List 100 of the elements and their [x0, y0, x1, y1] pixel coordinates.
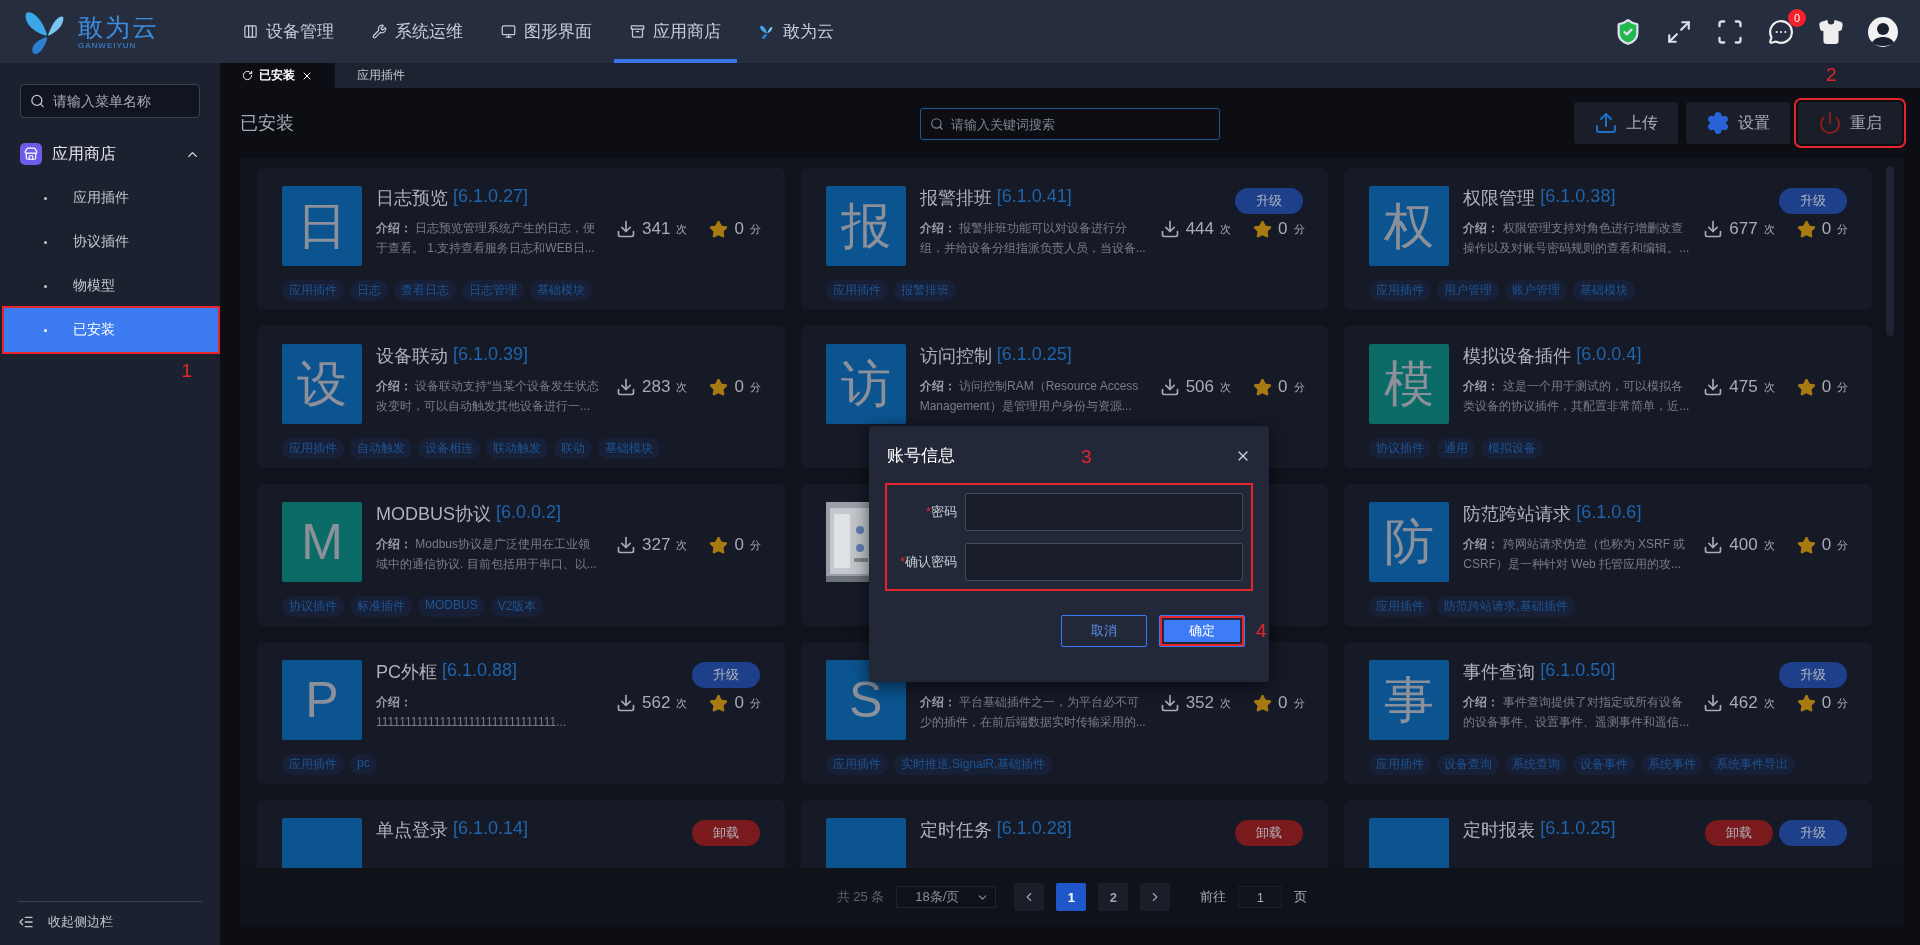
plugin-card[interactable]: 权 权限管理 [6.1.0.38] 介绍： 权限管理支持对角色进行增删改查操作以及对账号密码规则的查看和编辑。... 677 次 0 分 升级 应用插件 用户管理 账户管理 基础模块 [1344, 168, 1872, 310]
plugin-description: 介绍： 1111111111111111111111111111111... [376, 694, 568, 731]
message-icon[interactable] [1768, 18, 1794, 45]
upgrade-button[interactable]: 升级 [1235, 188, 1304, 214]
plugin-card[interactable]: 报 报警排班 [6.1.0.41] 介绍： 报警排班功能可以对设备进行分组，并给设备分组指派负责人员，当设备... 444 次 0 分 升级 应用插件 报警排班 [800, 168, 1329, 310]
plugin-icon: 模 [1369, 344, 1450, 424]
plugin-title: 设备联动 [376, 345, 448, 368]
plugin-title: 定时报表 [1463, 819, 1536, 842]
plugin-card[interactable]: 单点登录 [6.1.0.14] 卸载 [257, 800, 785, 868]
keyword-search-field[interactable]: 请输入关键词搜索 [920, 108, 1220, 140]
tag: 联动触发 [486, 438, 548, 459]
plugin-card[interactable]: 设 设备联动 [6.1.0.39] 介绍： 设备联动支持“当某个设备发生状态改变时，可以自动触发其他设备进行一... 283 次 0 分 应用插件 自动触发 设备相连 联动触发 联动 基础模块 [257, 326, 785, 468]
menu-item[interactable]: 协议插件 [4, 220, 218, 264]
score-unit: 分 [1293, 695, 1305, 711]
download-count: 283 [642, 377, 671, 397]
menu-search-field[interactable]: 请输入菜单名称 [20, 84, 200, 118]
search-icon [930, 117, 944, 131]
tag: 基础模块 [598, 438, 660, 459]
logo-subtitle: GANWEIYUN [78, 41, 138, 50]
plugin-icon: 防 [1369, 502, 1450, 582]
menu-group-label[interactable]: 应用商店 [52, 143, 116, 165]
plugin-icon: 日 [282, 186, 362, 266]
star-icon [709, 535, 729, 555]
upgrade-button[interactable]: 升级 [691, 662, 760, 688]
required-mark: * [925, 504, 931, 519]
refresh-icon[interactable] [242, 70, 253, 81]
nav-tab[interactable]: 系统运维 [356, 0, 479, 63]
page-size-select[interactable]: 18条/页 [896, 886, 997, 908]
cancel-button[interactable]: 取消 [1061, 615, 1147, 647]
download-count: 327 [642, 535, 671, 555]
uninstall-button[interactable]: 卸载 [1235, 820, 1304, 846]
page-button[interactable]: 2 [1098, 883, 1129, 911]
uninstall-button[interactable]: 卸载 [1705, 820, 1773, 846]
upgrade-button[interactable]: 升级 [1779, 820, 1847, 846]
plugin-card[interactable]: 防 防范跨站请求 [6.1.0.6] 介绍： 跨网站请求伪造（也称为 XSRF 或 CSRF）是一种针对 Web 托管应用的攻... 400 次 0 分 应用插件 防范跨站请求,基础插件 [1344, 484, 1872, 626]
menu-item[interactable]: 物模型 [4, 264, 218, 308]
download-icon [616, 219, 636, 239]
plugin-card[interactable]: M MODBUS协议 [6.0.0.2] 介绍： Modbus协议是广泛使用在工业领域中的通信协议. 目前包括用于串口、以... 327 次 0 分 协议插件 标准插件 MODBUS V2版本 [257, 484, 785, 626]
uninstall-button[interactable]: 卸载 [691, 820, 760, 846]
menu-item[interactable]: 应用插件 [4, 176, 218, 220]
tag: MODBUS [418, 596, 485, 617]
frame-icon[interactable] [1716, 17, 1744, 46]
page-button[interactable]: 1 [1056, 883, 1087, 911]
plugin-icon: 设 [282, 344, 362, 424]
score: 0 [1821, 219, 1832, 239]
tag: 应用插件 [282, 438, 344, 459]
shirt-icon[interactable] [1818, 18, 1844, 45]
plugin-title: 定时任务 [919, 819, 992, 842]
tag: 应用插件 [1369, 754, 1432, 775]
star-icon [1796, 693, 1816, 713]
score: 0 [1821, 693, 1832, 713]
search-icon [30, 93, 45, 109]
tag: 基础模块 [530, 280, 592, 301]
plugin-card[interactable]: 事 事件查询 [6.1.0.50] 介绍： 事件查询提供了对指定或所有设备的设备事件、设置事件、遥测事件和遥信... 462 次 0 分 升级 应用插件 设备查询 系统查询 设备事件 系统事件 系统事件导出 [1344, 642, 1872, 784]
page-tab[interactable]: 应用插件 [335, 63, 427, 88]
plugin-version: [6.1.0.25] [996, 344, 1072, 366]
score: 0 [1821, 377, 1832, 397]
plugin-card[interactable]: P PC外框 [6.1.0.88] 介绍： 1111111111111111111111111111111... 562 次 0 分 升级 应用插件 pc [257, 642, 785, 784]
tag: 账户管理 [1505, 280, 1568, 301]
download-count: 400 [1729, 535, 1758, 555]
upgrade-button[interactable]: 升级 [1779, 188, 1847, 214]
tag: 查看日志 [394, 280, 456, 301]
goto-label: 前往 [1200, 888, 1227, 906]
download-count: 677 [1729, 219, 1758, 239]
plugin-card[interactable]: 定时报表 [6.1.0.25] 卸载 升级 [1344, 800, 1872, 868]
star-icon [1253, 693, 1273, 713]
tag: 应用插件 [282, 280, 344, 301]
required-mark: * [899, 554, 905, 569]
fullscreen-icon[interactable] [1666, 18, 1692, 45]
toolbar-button[interactable]: 设置 [1686, 102, 1790, 144]
nav-tab[interactable]: 图形界面 [485, 0, 608, 63]
tag: 应用插件 [825, 754, 888, 775]
tag: 系统事件导出 [1709, 754, 1796, 775]
toolbar-button[interactable]: 上传 [1574, 102, 1678, 144]
tag: 日志管理 [462, 280, 524, 301]
tag: 标准插件 [350, 596, 412, 617]
upgrade-button[interactable]: 升级 [1779, 662, 1847, 688]
download-count: 475 [1729, 377, 1758, 397]
avatar-icon[interactable] [1868, 16, 1898, 47]
download-count: 562 [642, 693, 671, 713]
download-unit: 次 [1763, 221, 1775, 237]
page-tab[interactable]: 已安装 [220, 63, 335, 88]
download-icon [616, 693, 636, 713]
plugin-card[interactable]: 模 模拟设备插件 [6.0.0.4] 介绍： 这是一个用于测试的，可以模拟各类设备的协议插件，其配置非常简单，近... 475 次 0 分 协议插件 通用 模拟设备 [1344, 326, 1872, 468]
download-unit: 次 [676, 537, 688, 553]
tag: 防范跨站请求,基础插件 [1437, 596, 1575, 617]
password-field[interactable] [965, 543, 1243, 581]
plugin-version: [6.1.0.88] [442, 660, 518, 682]
nav-tab[interactable]: 设备管理 [227, 0, 350, 63]
plugin-card[interactable]: 定时任务 [6.1.0.28] 卸载 [800, 800, 1329, 868]
score: 0 [1821, 535, 1832, 555]
nav-tab[interactable]: 敢为云 [743, 0, 850, 63]
goto-page-field[interactable]: 1 [1238, 886, 1283, 908]
tag: 基础模块 [1573, 280, 1636, 301]
plugin-title: 报警排班 [919, 187, 992, 210]
plugin-card[interactable]: 日 日志预览 [6.1.0.27] 介绍： 日志预览管理系统产生的日志，便于查看。 1.支持查看服务日志和WEB日... 341 次 0 分 应用插件 日志 查看日志 日志管理 基础模块 [257, 168, 785, 310]
collapse-sidebar-link[interactable]: 收起侧边栏 [48, 912, 113, 931]
password-field[interactable] [965, 493, 1243, 531]
star-icon [1796, 219, 1816, 239]
star-icon [1796, 535, 1816, 555]
